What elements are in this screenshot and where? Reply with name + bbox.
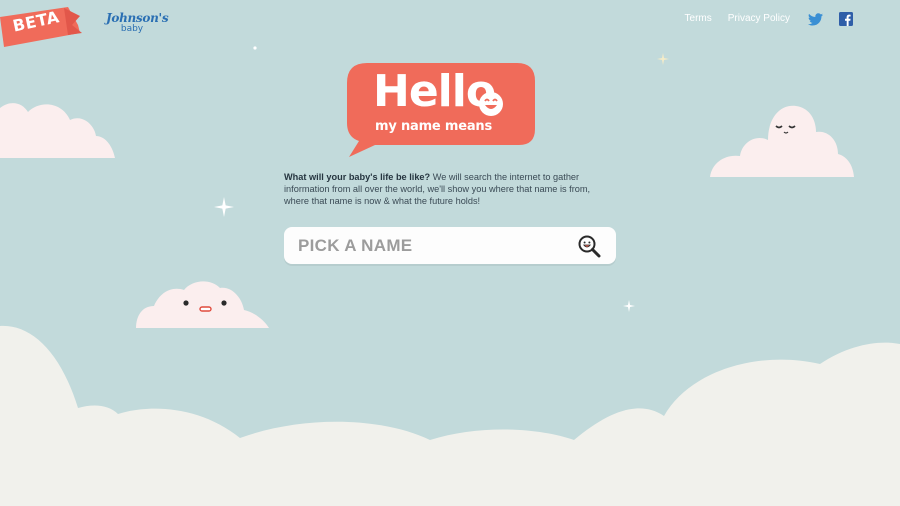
terms-link[interactable]: Terms [685, 13, 712, 24]
name-search-input[interactable] [296, 233, 570, 259]
smiley-icon [479, 92, 503, 116]
privacy-policy-link[interactable]: Privacy Policy [728, 13, 790, 24]
top-nav: Terms Privacy Policy [685, 11, 854, 26]
cloud-ground [0, 325, 900, 506]
johnsons-baby-logo[interactable]: Johnson's baby [106, 11, 169, 34]
sparkle-icon [623, 300, 635, 312]
intro-question: What will your baby's life be like? [284, 172, 431, 182]
search-box [284, 227, 616, 264]
hello-logo: Hello my name means [345, 63, 537, 160]
sparkle-icon [214, 197, 234, 217]
search-icon[interactable] [577, 234, 601, 258]
beta-ribbon: BETA [0, 7, 82, 47]
brand-name: Johnson's [106, 11, 169, 25]
sparkle-icon [657, 53, 669, 65]
cloud-sleeping [710, 105, 854, 177]
cloud-top-left [0, 103, 115, 158]
brand-sub: baby [120, 24, 144, 34]
hello-title: Hello [373, 66, 496, 117]
twitter-icon[interactable] [808, 11, 823, 26]
intro-text: What will your baby's life be like? We w… [284, 171, 616, 208]
facebook-icon[interactable] [839, 11, 854, 26]
hello-subtitle: my name means [375, 119, 492, 134]
sparkle-icon [253, 46, 257, 50]
